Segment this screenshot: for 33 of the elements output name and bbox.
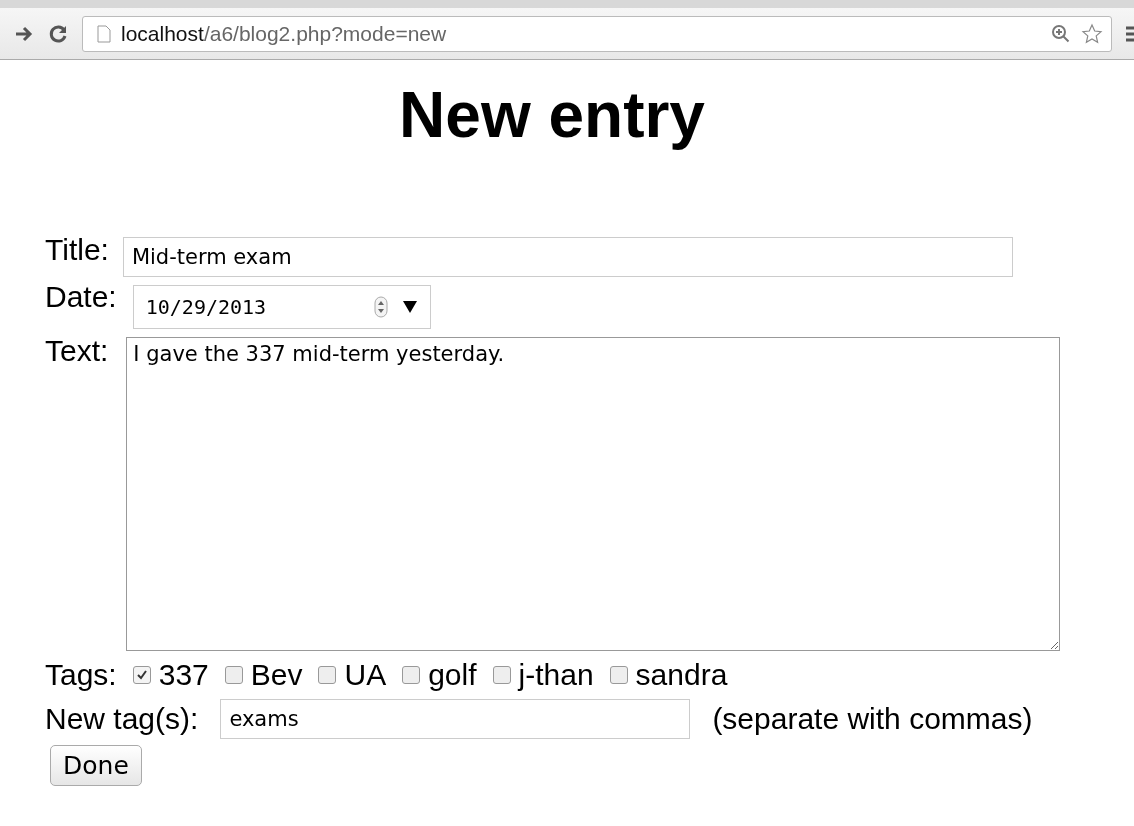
page-heading: New entry — [398, 78, 706, 152]
check-icon — [135, 669, 148, 681]
page-icon — [97, 24, 111, 43]
tag-label: golf — [428, 658, 477, 692]
title-field[interactable]: Mid-term exam — [122, 237, 1013, 277]
new-tags-label: New tag(s): — [45, 701, 199, 737]
tag-label: 337 — [158, 658, 209, 692]
tag-checkbox[interactable] — [224, 666, 243, 684]
new-tags-hint: (separate with commas) — [712, 702, 1033, 736]
text-label: Text: — [45, 333, 109, 369]
tag-checkbox[interactable] — [318, 666, 337, 684]
tag-label: Bev — [250, 658, 303, 692]
date-label: Date: — [45, 279, 117, 315]
zoom-icon[interactable] — [1051, 23, 1071, 44]
tags-label: Tags: — [45, 657, 117, 693]
new-tags-field[interactable]: exams — [220, 699, 691, 739]
title-label: Title: — [45, 232, 109, 268]
tag-label: UA — [344, 658, 387, 692]
tag-label: sandra — [635, 658, 728, 692]
done-button[interactable]: Done — [50, 745, 142, 786]
address-bar[interactable]: localhost/a6/blog2.php?mode=new — [82, 15, 1112, 52]
forward-icon[interactable] — [14, 24, 34, 43]
tag-label: j-than — [518, 658, 594, 692]
date-field[interactable]: 10/29/2013 — [132, 285, 431, 329]
text-area[interactable]: I gave the 337 mid-term yesterday. — [126, 337, 1061, 651]
tag-checkbox[interactable] — [492, 666, 511, 684]
tag-checkbox[interactable] — [402, 666, 421, 684]
star-icon[interactable] — [1081, 22, 1103, 45]
reload-icon[interactable] — [48, 23, 68, 44]
spinner-icon[interactable] — [373, 296, 388, 318]
tag-checkbox[interactable] — [132, 666, 151, 684]
tag-checkbox[interactable] — [609, 666, 628, 684]
dropdown-icon[interactable] — [401, 300, 418, 314]
